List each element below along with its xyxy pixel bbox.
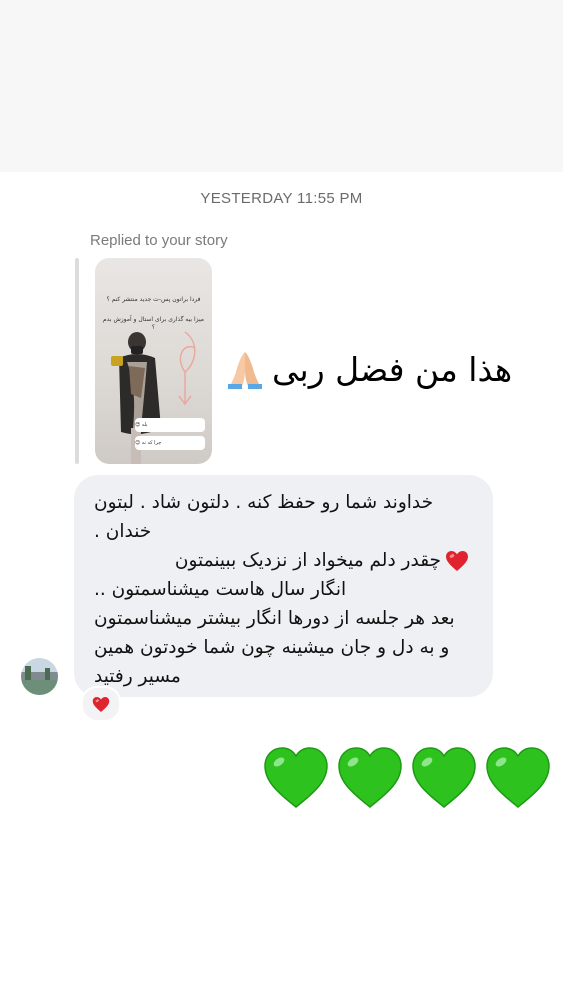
red-heart-icon: [92, 696, 110, 712]
incoming-message-text: خداوند شما رو حفظ کنه . دلتون شاد . لبتو…: [74, 488, 493, 691]
story-arrow-doodle: [178, 331, 196, 406]
green-heart-icon: [412, 747, 476, 808]
replied-to-story-label: Replied to your story: [90, 232, 228, 249]
green-heart-icon: [486, 747, 550, 808]
story-preview-thumbnail[interactable]: فردا براتون پس-ت جدید منتشر کنم ؟ میزا ب…: [95, 258, 212, 464]
message-line-6: و به دل و جان میشینه چون شما خودتون همین: [94, 637, 450, 658]
reply-indicator-line: [75, 258, 79, 464]
message-line-4: انگار سال هاست میشناسمتون ..: [94, 579, 347, 600]
message-line-7: مسیر رفتید: [94, 666, 181, 687]
top-blank-area: [0, 0, 563, 172]
red-heart-icon: [446, 550, 468, 571]
incoming-message-bubble[interactable]: خداوند شما رو حفظ کنه . دلتون شاد . لبتو…: [74, 475, 493, 697]
green-heart-icon: [338, 747, 402, 808]
story-poll-option-2: چرا که نه 😊: [135, 436, 205, 450]
dm-thread-screen: YESTERDAY 11:55 PM Replied to your story…: [0, 0, 563, 1000]
story-reply-message[interactable]: هذا من فضل ربی: [224, 344, 512, 394]
story-title-text: فردا براتون پس-ت جدید منتشر کنم ؟: [106, 296, 201, 303]
avatar-image: [21, 658, 58, 695]
folded-hands-icon: [228, 352, 262, 389]
story-poll-option-1: بله 😍: [135, 418, 205, 432]
green-heart-icon: [264, 747, 328, 808]
message-timestamp: YESTERDAY 11:55 PM: [200, 190, 363, 207]
message-line-2: خندان .: [94, 521, 152, 542]
sent-emoji-message[interactable]: [263, 745, 551, 811]
message-line-3-wrap: چقدر دلم میخواد از نزدیک ببینمتون: [94, 546, 469, 575]
message-line-5: بعد هر جلسه از دورها انگار بیشتر میشناسم…: [94, 608, 455, 629]
sender-avatar[interactable]: [21, 658, 58, 695]
message-line-1: خداوند شما رو حفظ کنه . دلتون شاد . لبتو…: [94, 492, 434, 513]
message-reaction-badge[interactable]: [81, 686, 121, 722]
message-line-3: چقدر دلم میخواد از نزدیک ببینمتون: [174, 550, 441, 571]
reply-message-text: هذا من فضل ربی: [272, 349, 513, 389]
